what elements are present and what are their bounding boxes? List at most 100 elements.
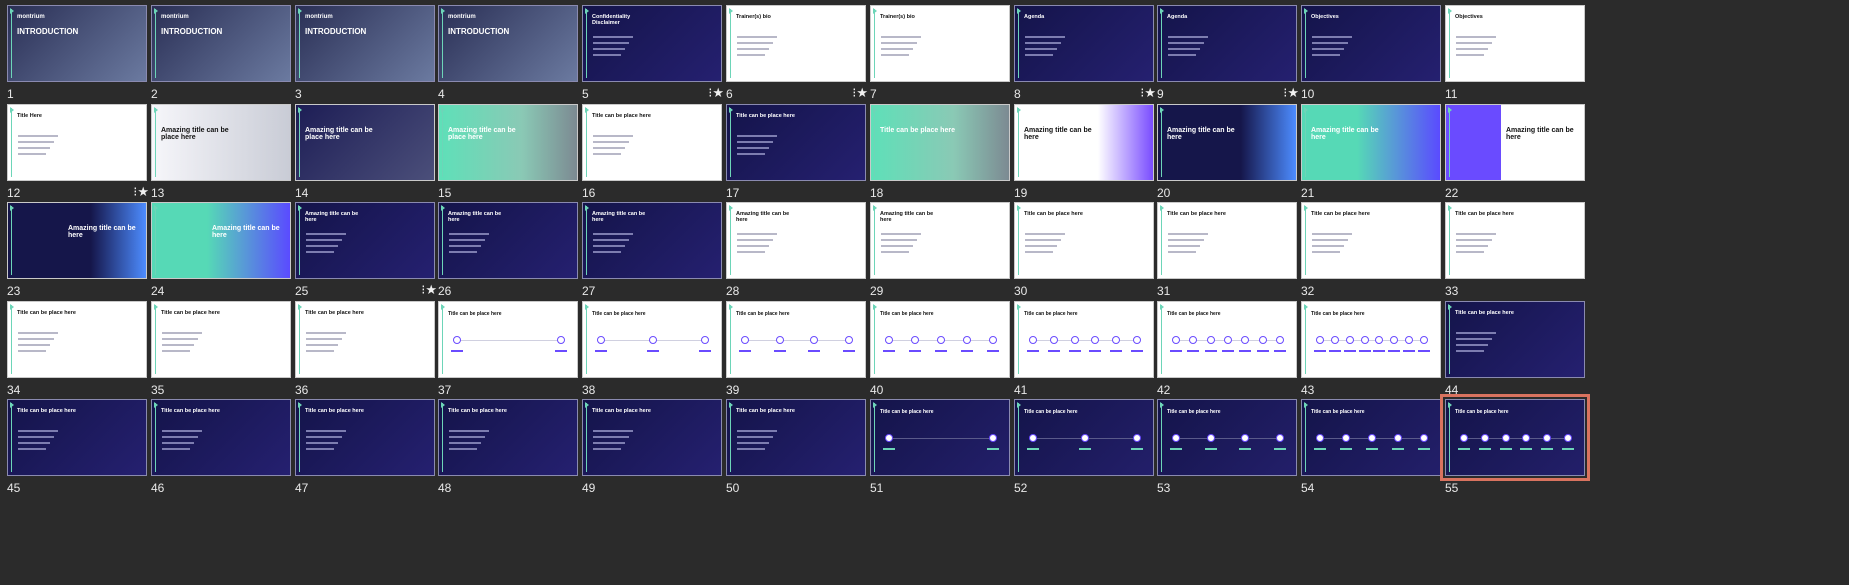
slide-thumbnail-18[interactable]: Title can be place here 18 <box>870 104 1012 214</box>
slide-thumbnail-17[interactable]: Title can be place here 17 <box>726 104 868 214</box>
slide-thumbnail-16[interactable]: Title can be place here 16 <box>582 104 724 214</box>
slide-preview[interactable]: Title can be place here <box>438 399 578 476</box>
slide-preview[interactable]: Title can be place here <box>726 399 866 476</box>
slide-preview[interactable]: Confidentiality Disclaimer <box>582 5 722 82</box>
slide-thumbnail-5[interactable]: Confidentiality Disclaimer 5 ⁝★ <box>582 5 724 115</box>
slide-preview[interactable]: Title can be place here <box>870 399 1010 476</box>
slide-preview[interactable]: Title can be place here <box>582 104 722 181</box>
slide-thumbnail-42[interactable]: Title can be place here 42 <box>1157 301 1299 411</box>
slide-preview[interactable]: Amazing title can be here <box>870 202 1010 279</box>
slide-preview[interactable]: montrium INTRODUCTION <box>151 5 291 82</box>
slide-thumbnail-36[interactable]: Title can be place here 36 <box>295 301 437 411</box>
slide-thumbnail-53[interactable]: Title can be place here 53 <box>1157 399 1299 509</box>
slide-thumbnail-33[interactable]: Title can be place here 33 <box>1445 202 1587 312</box>
slide-thumbnail-55[interactable]: Title can be place here 55 <box>1440 394 1590 509</box>
slide-thumbnail-28[interactable]: Amazing title can be here 28 <box>726 202 868 312</box>
slide-thumbnail-35[interactable]: Title can be place here 35 <box>151 301 293 411</box>
slide-preview[interactable]: Amazing title can be here <box>295 202 435 279</box>
slide-preview[interactable]: Title can be place here <box>582 301 722 378</box>
slide-thumbnail-19[interactable]: Amazing title can be here 19 <box>1014 104 1156 214</box>
slide-preview[interactable]: Title can be place here <box>726 104 866 181</box>
slide-thumbnail-23[interactable]: Amazing title can be here 23 <box>7 202 149 312</box>
slide-preview[interactable]: Amazing title can be here <box>1301 104 1441 181</box>
slide-thumbnail-9[interactable]: Agenda 9 ⁝★ <box>1157 5 1299 115</box>
slide-thumbnail-43[interactable]: Title can be place here 43 <box>1301 301 1443 411</box>
slide-preview[interactable]: Amazing title can be place here <box>295 104 435 181</box>
slide-preview[interactable]: Agenda <box>1014 5 1154 82</box>
slide-preview[interactable]: Amazing title can be here <box>582 202 722 279</box>
slide-preview[interactable]: Title can be place here <box>1440 394 1590 481</box>
slide-preview[interactable]: montrium INTRODUCTION <box>295 5 435 82</box>
slide-preview[interactable]: Amazing title can be here <box>1014 104 1154 181</box>
slide-thumbnail-52[interactable]: Title can be place here 52 <box>1014 399 1156 509</box>
slide-preview[interactable]: Amazing title can be here <box>1157 104 1297 181</box>
slide-preview[interactable]: Title can be place here <box>726 301 866 378</box>
slide-preview[interactable]: Title can be place here <box>1157 301 1297 378</box>
slide-thumbnail-40[interactable]: Title can be place here 40 <box>870 301 1012 411</box>
slide-thumbnail-27[interactable]: Amazing title can be here 27 <box>582 202 724 312</box>
slide-preview[interactable]: Agenda <box>1157 5 1297 82</box>
slide-preview[interactable]: Title can be place here <box>1157 202 1297 279</box>
slide-thumbnail-39[interactable]: Title can be place here 39 <box>726 301 868 411</box>
slide-thumbnail-20[interactable]: Amazing title can be here 20 <box>1157 104 1299 214</box>
slide-thumbnail-49[interactable]: Title can be place here 49 <box>582 399 724 509</box>
slide-preview[interactable]: Objectives <box>1445 5 1585 82</box>
slide-thumbnail-31[interactable]: Title can be place here 31 <box>1157 202 1299 312</box>
slide-preview[interactable]: Trainer(s) bio <box>726 5 866 82</box>
slide-thumbnail-22[interactable]: Amazing title can be here 22 <box>1445 104 1587 214</box>
slide-thumbnail-37[interactable]: Title can be place here 37 <box>438 301 580 411</box>
slide-preview[interactable]: Amazing title can be here <box>726 202 866 279</box>
slide-preview[interactable]: Title can be place here <box>7 301 147 378</box>
slide-thumbnail-50[interactable]: Title can be place here 50 <box>726 399 868 509</box>
slide-thumbnail-3[interactable]: montrium INTRODUCTION 3 <box>295 5 437 115</box>
slide-preview[interactable]: Title can be place here <box>1445 301 1585 378</box>
slide-thumbnail-11[interactable]: Objectives 11 <box>1445 5 1587 115</box>
slide-preview[interactable]: Title can be place here <box>1301 202 1441 279</box>
slide-thumbnail-2[interactable]: montrium INTRODUCTION 2 <box>151 5 293 115</box>
slide-thumbnail-10[interactable]: Objectives 10 <box>1301 5 1443 115</box>
slide-thumbnail-30[interactable]: Title can be place here 30 <box>1014 202 1156 312</box>
slide-preview[interactable]: Title can be place here <box>151 399 291 476</box>
slide-preview[interactable]: Title can be place here <box>1301 399 1441 476</box>
slide-preview[interactable]: Title can be place here <box>1445 202 1585 279</box>
slide-thumbnail-26[interactable]: Amazing title can be here 26 <box>438 202 580 312</box>
slide-preview[interactable]: Title can be place here <box>295 399 435 476</box>
slide-preview[interactable]: Title can be place here <box>582 399 722 476</box>
slide-thumbnail-47[interactable]: Title can be place here 47 <box>295 399 437 509</box>
slide-thumbnail-4[interactable]: montrium INTRODUCTION 4 <box>438 5 580 115</box>
slide-thumbnail-32[interactable]: Title can be place here 32 <box>1301 202 1443 312</box>
slide-preview[interactable]: Title can be place here <box>1014 399 1154 476</box>
slide-thumbnail-1[interactable]: montrium INTRODUCTION 1 <box>7 5 149 115</box>
slide-thumbnail-12[interactable]: Title Here 12 ⁝★ <box>7 104 149 214</box>
slide-thumbnail-48[interactable]: Title can be place here 48 <box>438 399 580 509</box>
slide-preview[interactable]: Title can be place here <box>870 104 1010 181</box>
slide-thumbnail-46[interactable]: Title can be place here 46 <box>151 399 293 509</box>
slide-preview[interactable]: Amazing title can be place here <box>151 104 291 181</box>
slide-preview[interactable]: Trainer(s) bio <box>870 5 1010 82</box>
slide-thumbnail-6[interactable]: Trainer(s) bio 6 ⁝★ <box>726 5 868 115</box>
slide-preview[interactable]: Amazing title can be here <box>1445 104 1585 181</box>
slide-thumbnail-51[interactable]: Title can be place here 51 <box>870 399 1012 509</box>
slide-thumbnail-54[interactable]: Title can be place here 54 <box>1301 399 1443 509</box>
slide-preview[interactable]: Amazing title can be here <box>7 202 147 279</box>
slide-preview[interactable]: montrium INTRODUCTION <box>438 5 578 82</box>
slide-preview[interactable]: Title can be place here <box>7 399 147 476</box>
slide-preview[interactable]: Amazing title can be here <box>438 202 578 279</box>
slide-preview[interactable]: Title can be place here <box>1014 202 1154 279</box>
slide-thumbnail-15[interactable]: Amazing title can be place here 15 <box>438 104 580 214</box>
slide-thumbnail-21[interactable]: Amazing title can be here 21 <box>1301 104 1443 214</box>
slide-thumbnail-24[interactable]: Amazing title can be here 24 <box>151 202 293 312</box>
slide-preview[interactable]: Title can be place here <box>1157 399 1297 476</box>
slide-preview[interactable]: Amazing title can be here <box>151 202 291 279</box>
slide-preview[interactable]: Title can be place here <box>295 301 435 378</box>
slide-preview[interactable]: Amazing title can be place here <box>438 104 578 181</box>
slide-thumbnail-29[interactable]: Amazing title can be here 29 <box>870 202 1012 312</box>
slide-thumbnail-13[interactable]: Amazing title can be place here 13 <box>151 104 293 214</box>
slide-preview[interactable]: montrium INTRODUCTION <box>7 5 147 82</box>
slide-preview[interactable]: Title can be place here <box>1301 301 1441 378</box>
slide-preview[interactable]: Objectives <box>1301 5 1441 82</box>
slide-preview[interactable]: Title Here <box>7 104 147 181</box>
slide-thumbnail-25[interactable]: Amazing title can be here 25 ⁝★ <box>295 202 437 312</box>
slide-preview[interactable]: Title can be place here <box>438 301 578 378</box>
slide-thumbnail-34[interactable]: Title can be place here 34 <box>7 301 149 411</box>
